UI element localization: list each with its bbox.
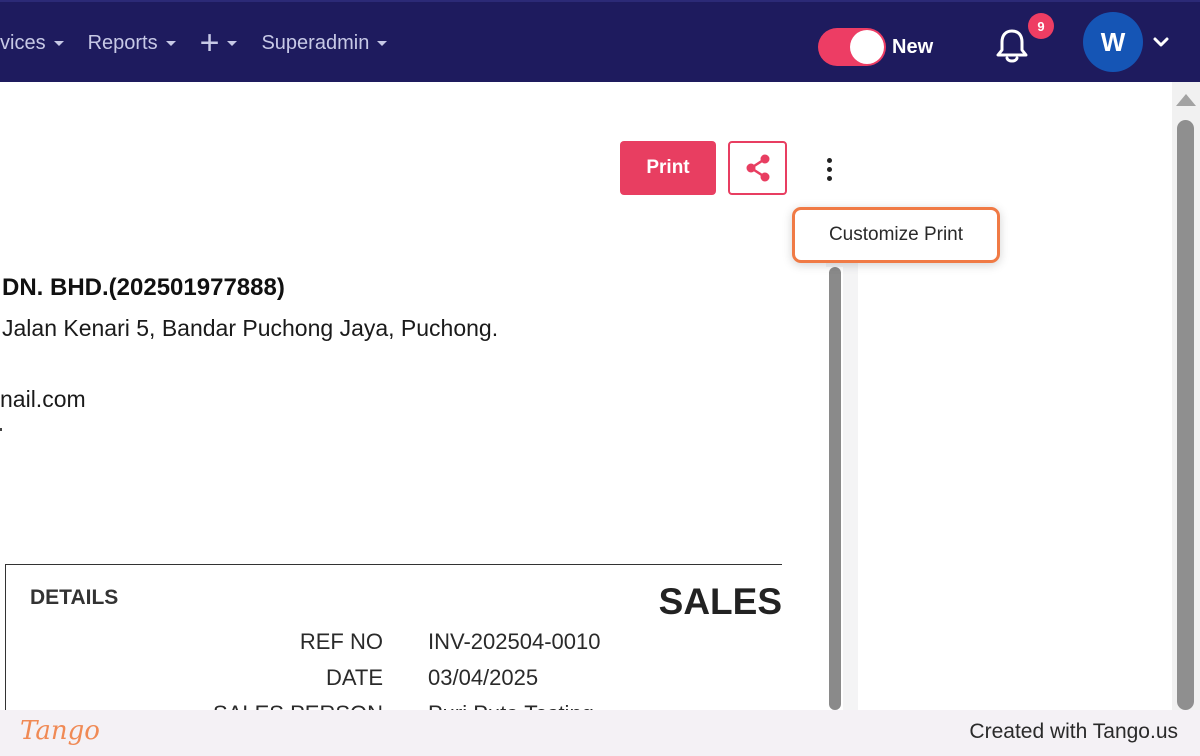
more-vertical-icon <box>826 157 832 163</box>
text-fragment <box>0 428 2 431</box>
footer-bar: Tango Created with Tango.us <box>0 710 1200 756</box>
nav-item-reports[interactable]: Reports <box>88 32 176 55</box>
company-email: nail.com <box>0 386 86 412</box>
more-vertical-icon-dot <box>826 166 832 172</box>
document-preview-area: DN. BHD.(202501977888) Jalan Kenari 5, B… <box>0 219 858 710</box>
window-scrollbar[interactable] <box>1172 82 1200 710</box>
user-avatar[interactable]: W <box>1083 12 1143 72</box>
nav-item-add[interactable]: + <box>199 24 238 62</box>
new-ui-toggle[interactable]: New <box>818 28 933 66</box>
nav-item-label: vices <box>0 31 46 54</box>
nav-item-label: Superadmin <box>261 31 370 54</box>
caret-down-icon <box>165 40 176 46</box>
footer-credit: Created with Tango.us <box>969 720 1178 743</box>
more-vertical-icon-dot <box>826 175 832 181</box>
info-value: INV-202504-0010 <box>428 629 601 654</box>
window-scrollbar-thumb[interactable] <box>1177 120 1194 710</box>
details-box: DETAILS SALES REF NO INV-202504-0010 DAT… <box>5 564 782 710</box>
preview-scrollbar[interactable] <box>826 267 843 710</box>
info-label: SALES PERSON <box>213 701 383 710</box>
preview-scrollbar-thumb[interactable] <box>829 267 841 710</box>
share-icon <box>746 154 769 182</box>
toggle-label: New <box>892 35 934 58</box>
share-button[interactable] <box>728 141 787 195</box>
tango-logo: Tango <box>20 716 100 746</box>
details-title: DETAILS <box>30 586 119 609</box>
print-button[interactable]: Print <box>620 141 716 195</box>
scroll-up-arrow-icon[interactable] <box>1176 94 1196 106</box>
toggle-knob <box>850 30 884 64</box>
info-value: 03/04/2025 <box>428 665 539 690</box>
caret-down-icon <box>227 40 238 46</box>
notification-badge: 9 <box>1028 13 1054 39</box>
nav-item-services[interactable]: vices <box>0 32 64 55</box>
company-address: Jalan Kenari 5, Bandar Puchong Jaya, Puc… <box>2 315 499 341</box>
customize-print-menu-item[interactable]: Customize Print <box>829 224 963 246</box>
more-options-menu: Customize Print <box>792 207 1000 263</box>
info-label: DATE <box>325 665 383 690</box>
nav-menu: vices Reports + Superadmin <box>0 24 411 62</box>
plus-icon: + <box>199 24 220 62</box>
more-options-button[interactable] <box>818 152 840 186</box>
main-content: Print DN. BHD.(202501977888) Jalan Kenar… <box>0 82 1172 710</box>
company-name: DN. BHD.(202501977888) <box>2 274 285 301</box>
notification-bell-icon[interactable] <box>994 26 1030 66</box>
caret-down-icon <box>53 40 64 46</box>
toggle-switch[interactable] <box>818 28 886 66</box>
invoice-sheet: DN. BHD.(202501977888) Jalan Kenari 5, B… <box>0 219 826 710</box>
nav-item-label: Reports <box>87 31 158 54</box>
document-type-title: SALES <box>658 581 782 622</box>
info-label: REF NO <box>299 629 383 654</box>
chevron-down-icon[interactable] <box>1152 35 1170 49</box>
top-navbar: vices Reports + Superadmin New 9 W <box>0 0 1200 82</box>
info-value: Puri Puta Testing <box>428 701 594 710</box>
caret-down-icon <box>377 40 388 46</box>
nav-item-superadmin[interactable]: Superadmin <box>261 31 388 55</box>
